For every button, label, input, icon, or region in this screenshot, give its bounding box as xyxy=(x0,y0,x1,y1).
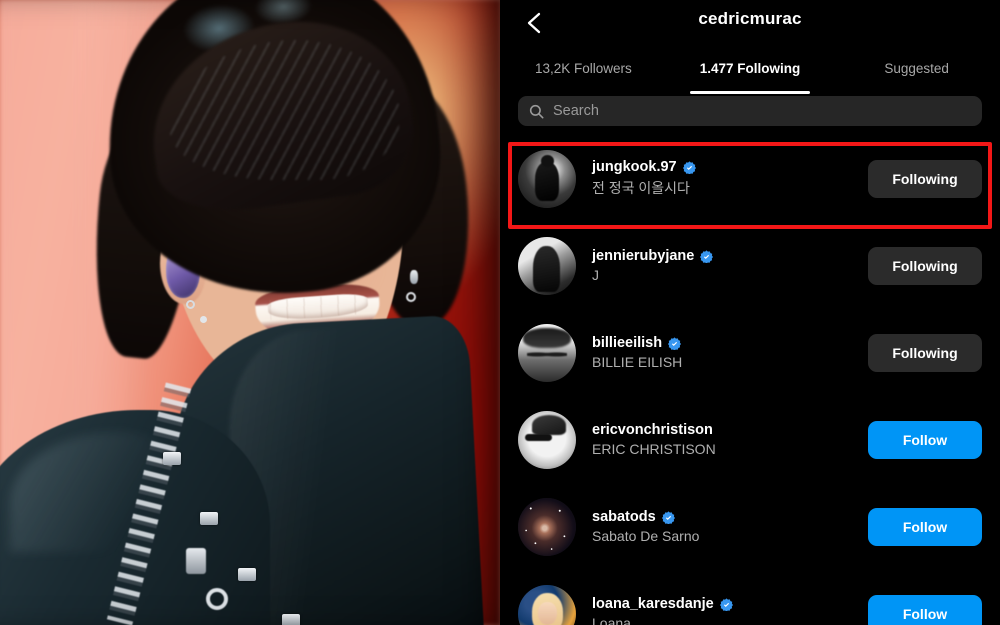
full-name: Sabato De Sarno xyxy=(592,528,700,544)
follow-button[interactable]: Follow xyxy=(868,594,982,625)
list-item[interactable]: billieeilish BILLIE EILISH Following xyxy=(500,309,1000,396)
list-item[interactable]: jungkook.97 전 정국 이올시다 Following xyxy=(500,135,1000,222)
avatar[interactable] xyxy=(518,410,576,469)
username[interactable]: ericvonchristison xyxy=(592,422,713,438)
account-meta: loana_karesdanje Loana xyxy=(592,596,868,625)
app-header: cedricmurac xyxy=(500,0,1000,46)
username-line: sabatods xyxy=(592,509,868,525)
username[interactable]: billieeilish xyxy=(592,335,662,351)
username-line: jungkook.97 xyxy=(592,159,868,175)
search-icon xyxy=(529,104,544,118)
following-button[interactable]: Following xyxy=(868,333,982,372)
verified-badge-icon xyxy=(668,336,682,350)
list-item[interactable]: sabatods Sabato De Sarno Follow xyxy=(500,483,1000,570)
full-name: 전 정국 이올시다 xyxy=(592,180,690,196)
list-item[interactable]: ericvonchristison ERIC CHRISTISON Follow xyxy=(500,396,1000,483)
avatar[interactable] xyxy=(518,323,576,382)
verified-badge-icon xyxy=(661,510,675,524)
username-line: billieeilish xyxy=(592,335,868,351)
following-button[interactable]: Following xyxy=(868,159,982,198)
account-meta: billieeilish BILLIE EILISH xyxy=(592,335,868,370)
full-name: ERIC CHRISTISON xyxy=(592,441,716,457)
photo-vignette xyxy=(0,0,500,625)
avatar[interactable] xyxy=(518,584,576,625)
username-line: ericvonchristison xyxy=(592,422,868,438)
tab-following[interactable]: 1.477 Following xyxy=(667,46,834,94)
article-photo xyxy=(0,0,500,625)
tab-followers[interactable]: 13,2K Followers xyxy=(500,46,667,94)
username[interactable]: jungkook.97 xyxy=(592,159,677,175)
full-name: BILLIE EILISH xyxy=(592,354,683,370)
username[interactable]: loana_karesdanje xyxy=(592,596,714,612)
account-meta: ericvonchristison ERIC CHRISTISON xyxy=(592,422,868,457)
avatar[interactable] xyxy=(518,149,576,208)
username[interactable]: sabatods xyxy=(592,509,656,525)
account-meta: jungkook.97 전 정국 이올시다 xyxy=(592,159,868,198)
list-item[interactable]: jennierubyjane J Following xyxy=(500,222,1000,309)
avatar[interactable] xyxy=(518,236,576,295)
account-meta: jennierubyjane J xyxy=(592,248,868,283)
tab-bar: 13,2K Followers 1.477 Following Suggeste… xyxy=(500,46,1000,94)
following-list: jungkook.97 전 정국 이올시다 Following jennieru… xyxy=(500,135,1000,625)
search-input[interactable]: Search xyxy=(518,96,982,126)
verified-badge-icon xyxy=(700,249,714,263)
page-title: cedricmurac xyxy=(698,9,802,28)
full-name: Loana xyxy=(592,615,631,625)
list-item[interactable]: loana_karesdanje Loana Follow xyxy=(500,570,1000,625)
screen: cedricmurac 13,2K Followers 1.477 Follow… xyxy=(0,0,1000,625)
search-placeholder: Search xyxy=(553,103,599,119)
full-name: J xyxy=(592,267,599,283)
username-line: loana_karesdanje xyxy=(592,596,868,612)
account-meta: sabatods Sabato De Sarno xyxy=(592,509,868,544)
follow-button[interactable]: Follow xyxy=(868,507,982,546)
avatar[interactable] xyxy=(518,497,576,556)
username[interactable]: jennierubyjane xyxy=(592,248,694,264)
username-line: jennierubyjane xyxy=(592,248,868,264)
follow-button[interactable]: Follow xyxy=(868,420,982,459)
verified-badge-icon xyxy=(682,160,696,174)
instagram-panel: cedricmurac 13,2K Followers 1.477 Follow… xyxy=(500,0,1000,625)
verified-badge-icon xyxy=(719,597,733,611)
search-container: Search xyxy=(500,94,1000,126)
tab-suggested[interactable]: Suggested xyxy=(833,46,1000,94)
following-button[interactable]: Following xyxy=(868,246,982,285)
